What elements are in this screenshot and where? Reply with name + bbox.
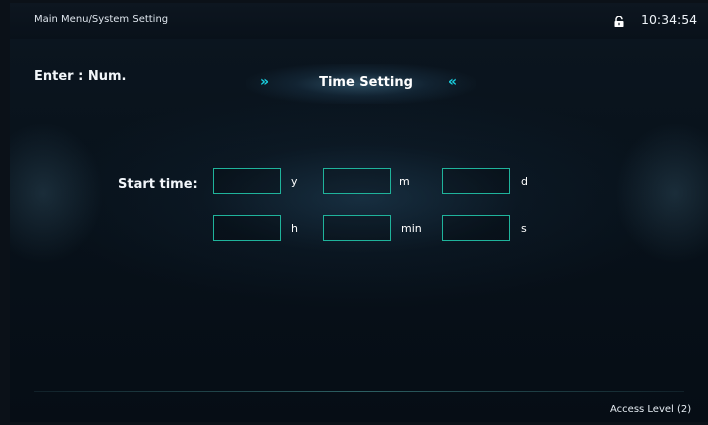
left-decoration (10, 123, 120, 263)
footer-divider (34, 391, 684, 392)
lock-icon (614, 16, 624, 27)
start-time-label: Start time: (118, 177, 198, 192)
breadcrumb: Main Menu/System Setting (34, 14, 169, 25)
day-field[interactable] (442, 168, 510, 194)
screen: Main Menu/System Setting 10:34:54 Enter … (10, 3, 708, 422)
top-bar: Main Menu/System Setting 10:34:54 (10, 3, 708, 39)
access-level: Access Level (2) (610, 404, 692, 415)
minute-unit-label: min (401, 222, 422, 235)
second-unit-label: s (521, 222, 527, 235)
month-unit-label: m (399, 175, 410, 188)
second-field[interactable] (442, 215, 510, 241)
day-unit-label: d (521, 175, 528, 188)
chevron-left-icon: « (448, 74, 457, 90)
right-decoration (598, 123, 708, 263)
year-field[interactable] (213, 168, 281, 194)
page-title: Time Setting (319, 75, 413, 90)
chevron-right-icon: » (260, 74, 269, 90)
hour-field[interactable] (213, 215, 281, 241)
hour-unit-label: h (291, 222, 298, 235)
minute-field[interactable] (323, 215, 391, 241)
month-field[interactable] (323, 168, 391, 194)
input-mode-hint: Enter : Num. (34, 69, 127, 84)
clock: 10:34:54 (641, 12, 698, 27)
year-unit-label: y (291, 175, 298, 188)
